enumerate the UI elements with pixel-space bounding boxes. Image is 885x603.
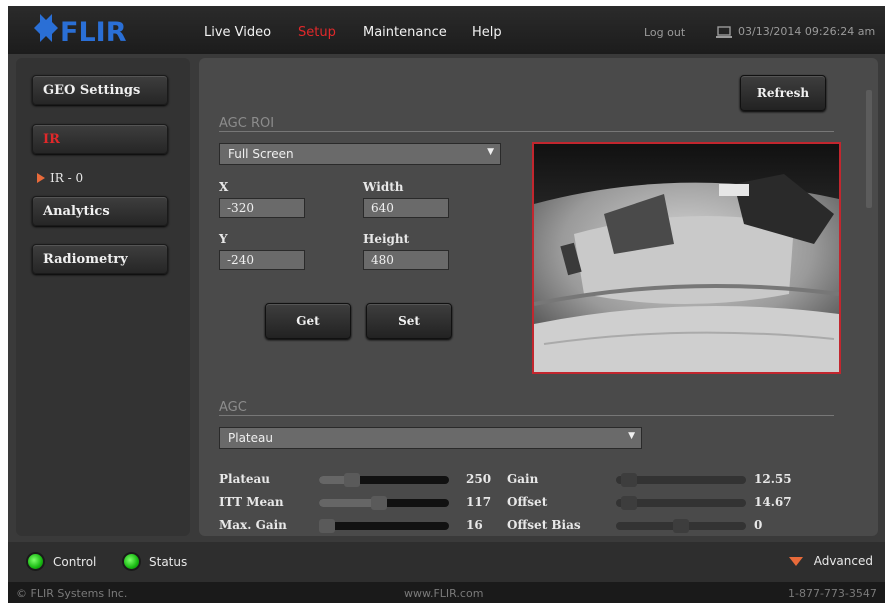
sidebar-subitem-label: IR - 0 [50, 171, 84, 185]
dropdown-caret-icon: ▼ [628, 431, 635, 441]
height-field[interactable]: 480 [363, 250, 449, 270]
offset-value: 14.67 [754, 495, 792, 509]
itt-mean-label: ITT Mean [219, 495, 284, 509]
offset-slider[interactable] [616, 496, 746, 510]
slider-handle[interactable] [370, 496, 387, 510]
control-label: Control [53, 554, 97, 569]
divider [219, 131, 834, 132]
refresh-button[interactable]: Refresh [740, 75, 826, 111]
width-label: Width [363, 180, 404, 194]
x-label: X [219, 180, 229, 194]
x-field[interactable]: -320 [219, 198, 305, 218]
website-link[interactable]: www.FLIR.com [404, 587, 483, 600]
nav-help[interactable]: Help [472, 25, 502, 40]
sidebar-item-ir[interactable]: IR [32, 124, 168, 154]
chevron-down-icon [788, 557, 803, 566]
control-indicator: Control [28, 554, 96, 569]
status-label: Status [149, 554, 188, 569]
sidebar-item-analytics[interactable]: Analytics [32, 196, 168, 226]
slider-fill [319, 499, 379, 507]
agc-mode-select[interactable]: Plateau ▼ [219, 427, 642, 449]
copyright-text: © FLIR Systems Inc. [16, 587, 128, 600]
agc-roi-heading: AGC ROI [219, 116, 275, 131]
nav-live-video[interactable]: Live Video [204, 25, 271, 40]
logout-link[interactable]: Log out [644, 26, 685, 39]
nav-maintenance[interactable]: Maintenance [363, 25, 447, 40]
scrollbar-thumb[interactable] [866, 90, 872, 208]
green-led-icon [28, 554, 43, 569]
offset-bias-label: Offset Bias [507, 518, 581, 532]
advanced-label: Advanced [813, 554, 873, 568]
slider-handle[interactable] [621, 496, 637, 510]
max-gain-label: Max. Gain [219, 518, 287, 532]
play-arrow-icon [37, 173, 45, 183]
slider-handle[interactable] [673, 519, 689, 533]
divider [219, 415, 834, 416]
flir-logo: FLIR [34, 14, 127, 48]
laptop-icon [716, 25, 732, 38]
status-indicator: Status [124, 554, 187, 569]
phone-number: 1-877-773-3547 [788, 587, 877, 600]
datetime-text: 03/13/2014 09:26:24 am [738, 25, 876, 38]
set-button[interactable]: Set [366, 303, 452, 339]
thermal-image [533, 144, 840, 372]
get-button[interactable]: Get [265, 303, 351, 339]
page-footer: © FLIR Systems Inc. www.FLIR.com 1-877-7… [8, 582, 885, 603]
logo-text: FLIR [60, 17, 127, 48]
roi-mode-value: Full Screen [228, 147, 294, 161]
top-header: FLIR Live Video Setup Maintenance Help L… [8, 6, 885, 54]
max-gain-slider[interactable] [319, 519, 449, 533]
nav-setup[interactable]: Setup [298, 25, 336, 40]
advanced-toggle[interactable]: Advanced [788, 554, 873, 568]
plateau-value: 250 [466, 472, 492, 486]
roi-mode-select[interactable]: Full Screen ▼ [219, 143, 501, 165]
slider-handle[interactable] [343, 473, 360, 487]
gain-value: 12.55 [754, 472, 792, 486]
height-label: Height [363, 232, 410, 246]
itt-mean-value: 117 [466, 495, 492, 509]
agc-mode-value: Plateau [228, 431, 273, 445]
app-window: FLIR Live Video Setup Maintenance Help L… [8, 6, 885, 603]
datetime-display: 03/13/2014 09:26:24 am [716, 25, 875, 38]
y-label: Y [219, 232, 228, 246]
offset-bias-slider[interactable] [616, 519, 746, 533]
width-field[interactable]: 640 [363, 198, 449, 218]
slider-handle[interactable] [319, 519, 335, 533]
sidebar: GEO Settings IR IR - 0 Analytics Radiome… [16, 58, 190, 536]
slider-handle[interactable] [621, 473, 637, 487]
main-panel: Refresh AGC ROI Full Screen ▼ X -320 Wid… [199, 58, 878, 536]
sidebar-item-geo-settings[interactable]: GEO Settings [32, 75, 168, 105]
max-gain-value: 16 [466, 518, 483, 532]
sidebar-item-radiometry[interactable]: Radiometry [32, 244, 168, 274]
offset-bias-value: 0 [754, 518, 763, 532]
gain-slider[interactable] [616, 473, 746, 487]
plateau-label: Plateau [219, 472, 271, 486]
gain-label: Gain [507, 472, 539, 486]
sidebar-subitem-ir-0[interactable]: IR - 0 [36, 171, 83, 185]
plateau-slider[interactable] [319, 473, 449, 487]
itt-mean-slider[interactable] [319, 496, 449, 510]
status-bar: Control Status Advanced [8, 542, 885, 582]
offset-label: Offset [507, 495, 548, 509]
green-led-icon [124, 554, 139, 569]
thermal-video-preview[interactable] [532, 142, 841, 374]
dropdown-caret-icon: ▼ [487, 147, 494, 157]
agc-heading: AGC [219, 400, 247, 415]
y-field[interactable]: -240 [219, 250, 305, 270]
